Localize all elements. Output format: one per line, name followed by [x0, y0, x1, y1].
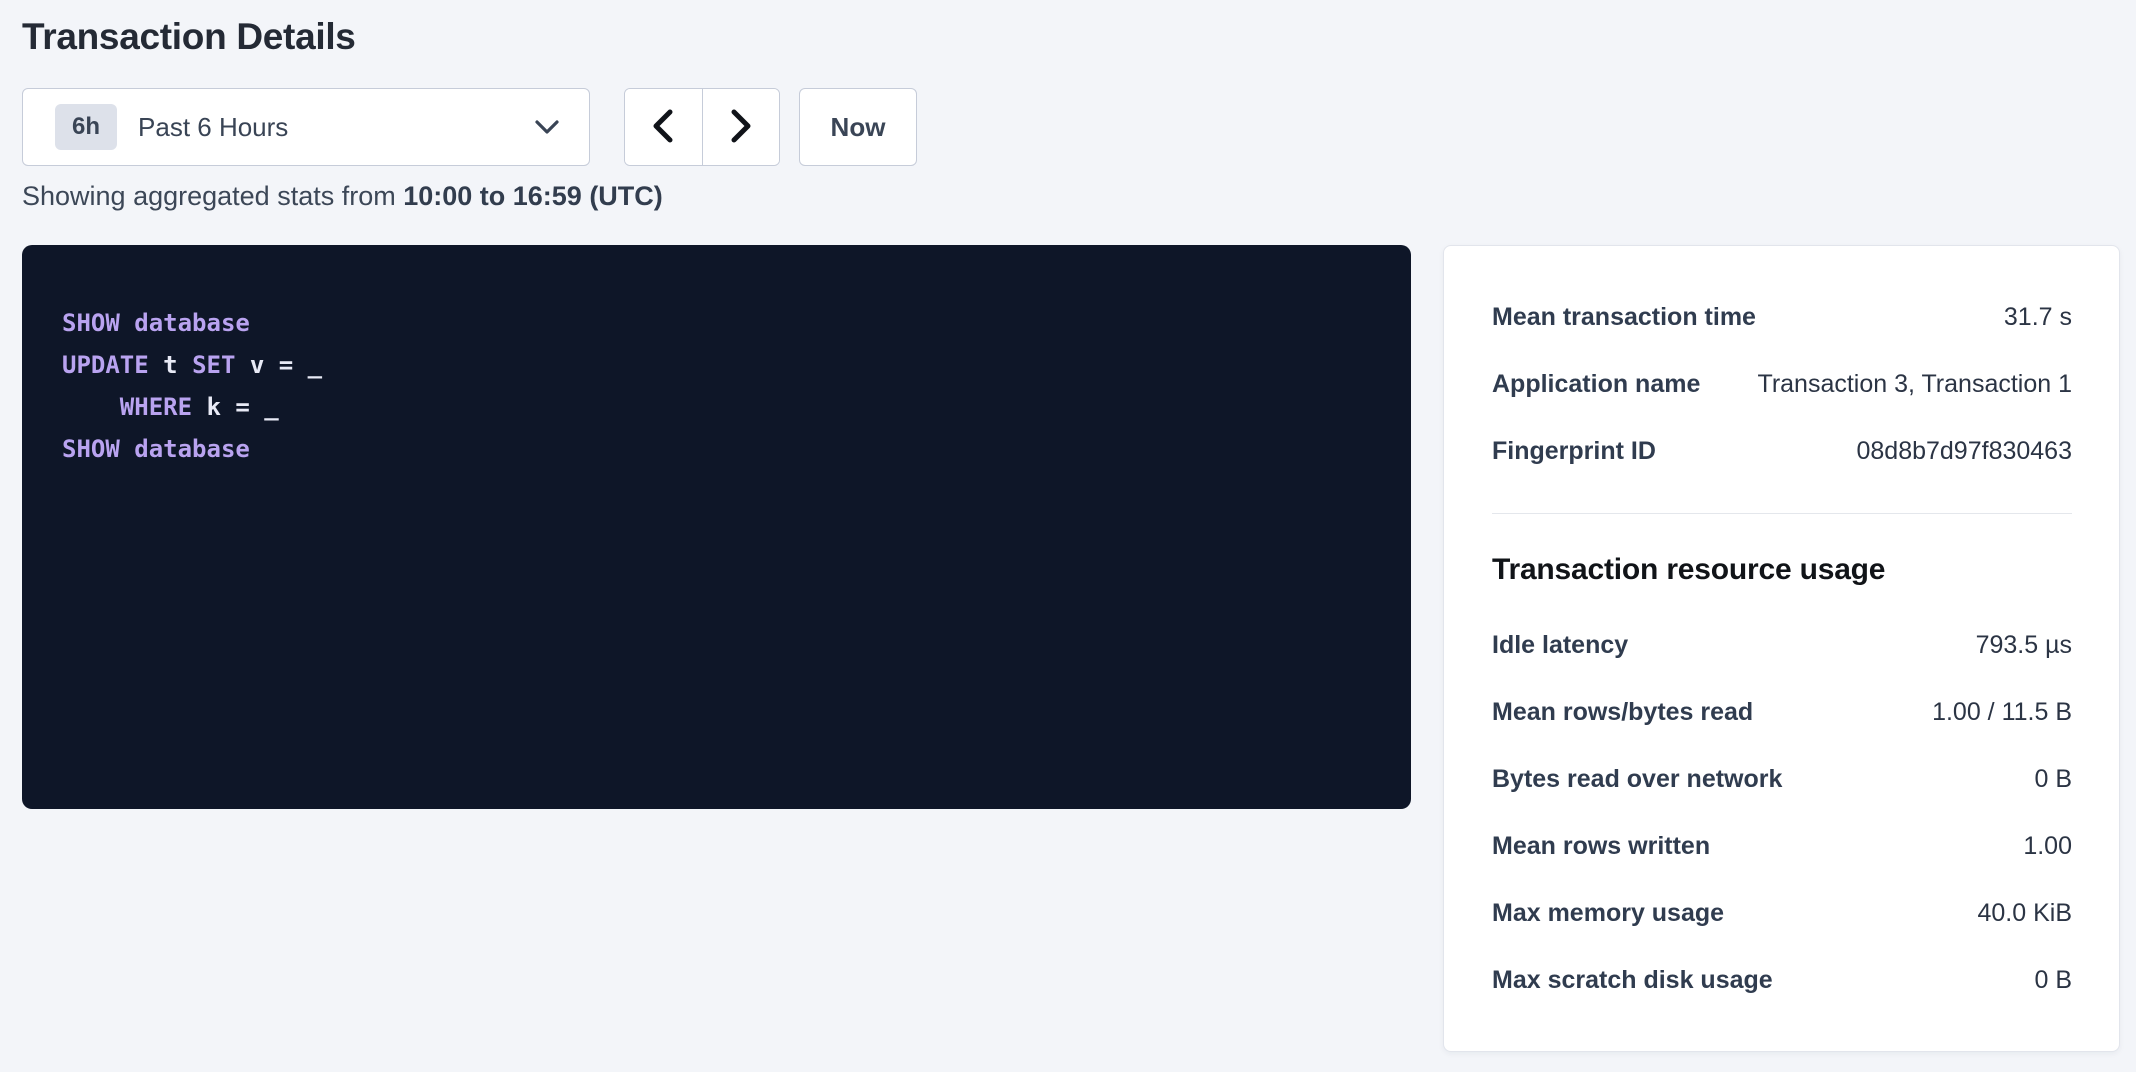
stat-label: Max scratch disk usage	[1492, 966, 1793, 995]
stat-label: Fingerprint ID	[1492, 437, 1676, 466]
time-range-dropdown[interactable]: 6h Past 6 Hours	[22, 88, 590, 166]
sql-line: SHOW database	[62, 302, 1371, 344]
stat-row: Bytes read over network 0 B	[1492, 746, 2072, 813]
sql-plain-token: k = _	[192, 393, 279, 421]
panel-divider	[1492, 513, 2072, 514]
sql-plain-token	[120, 435, 134, 463]
now-button[interactable]: Now	[799, 88, 917, 166]
stat-value: 793.5 µs	[1976, 631, 2072, 660]
stat-label: Max memory usage	[1492, 899, 1744, 928]
stat-row: Application name Transaction 3, Transacti…	[1492, 351, 2072, 418]
time-range-selected-label: Past 6 Hours	[138, 112, 288, 143]
stat-label: Idle latency	[1492, 631, 1648, 660]
stat-label: Mean rows written	[1492, 832, 1730, 861]
stat-value: 40.0 KiB	[1977, 899, 2072, 928]
resource-usage-heading: Transaction resource usage	[1492, 542, 2072, 598]
stat-value: 31.7 s	[2004, 303, 2072, 332]
next-time-button[interactable]	[702, 89, 780, 165]
stat-label: Mean transaction time	[1492, 303, 1776, 332]
transaction-details-panel: Mean transaction time 31.7 s Application n…	[1443, 245, 2120, 1052]
sql-keyword-token: database	[134, 435, 250, 463]
stat-value: 0 B	[2034, 966, 2072, 995]
stat-label: Mean rows/bytes read	[1492, 698, 1773, 727]
stat-row: Mean rows written 1.00	[1492, 813, 2072, 880]
stat-value: 1.00 / 11.5 B	[1932, 698, 2072, 727]
stat-value: 0 B	[2034, 765, 2072, 794]
stat-row: Mean transaction time 31.7 s	[1492, 284, 2072, 351]
stat-row: Max scratch disk usage 0 B	[1492, 947, 2072, 1014]
sql-keyword-token: database	[134, 309, 250, 337]
summary-rows: Mean transaction time 31.7 s Application n…	[1492, 284, 2072, 485]
sql-keyword-token: SET	[192, 351, 235, 379]
chevron-right-icon	[728, 108, 754, 147]
sql-plain-token: v = _	[235, 351, 322, 379]
stat-value: 1.00	[2023, 832, 2072, 861]
caption-prefix: Showing aggregated stats from	[22, 181, 403, 211]
page-title: Transaction Details	[22, 16, 356, 58]
sql-line: SHOW database	[62, 428, 1371, 470]
sql-statement-box: SHOW databaseUPDATE t SET v = _ WHERE k …	[22, 245, 1411, 809]
sql-line: UPDATE t SET v = _	[62, 344, 1371, 386]
sql-code: SHOW databaseUPDATE t SET v = _ WHERE k …	[62, 302, 1371, 470]
time-nav-button-group	[624, 88, 780, 166]
sql-keyword-token: WHERE	[120, 393, 192, 421]
stat-row: Fingerprint ID 08d8b7d97f830463	[1492, 418, 2072, 485]
sql-line: WHERE k = _	[62, 386, 1371, 428]
prev-time-button[interactable]	[625, 89, 702, 165]
resource-rows: Idle latency 793.5 µs Mean rows/bytes read…	[1492, 612, 2072, 1014]
time-picker-toolbar: 6h Past 6 Hours Now	[22, 88, 917, 166]
stat-label: Bytes read over network	[1492, 765, 1802, 794]
sql-keyword-token: SHOW	[62, 309, 120, 337]
chevron-down-icon	[533, 118, 561, 136]
time-range-badge: 6h	[55, 104, 117, 150]
stat-value: Transaction 3, Transaction 1	[1757, 370, 2072, 399]
sql-keyword-token: SHOW	[62, 435, 120, 463]
stat-row: Mean rows/bytes read 1.00 / 11.5 B	[1492, 679, 2072, 746]
chevron-left-icon	[650, 108, 676, 147]
stat-value: 08d8b7d97f830463	[1856, 437, 2072, 466]
sql-plain-token	[120, 309, 134, 337]
sql-keyword-token: UPDATE	[62, 351, 149, 379]
sql-plain-token	[62, 393, 120, 421]
aggregated-stats-caption: Showing aggregated stats from 10:00 to 1…	[22, 180, 663, 212]
stat-row: Max memory usage 40.0 KiB	[1492, 880, 2072, 947]
caption-time-range: 10:00 to 16:59 (UTC)	[403, 181, 663, 211]
stat-label: Application name	[1492, 370, 1720, 399]
sql-plain-token: t	[149, 351, 192, 379]
stat-row: Idle latency 793.5 µs	[1492, 612, 2072, 679]
